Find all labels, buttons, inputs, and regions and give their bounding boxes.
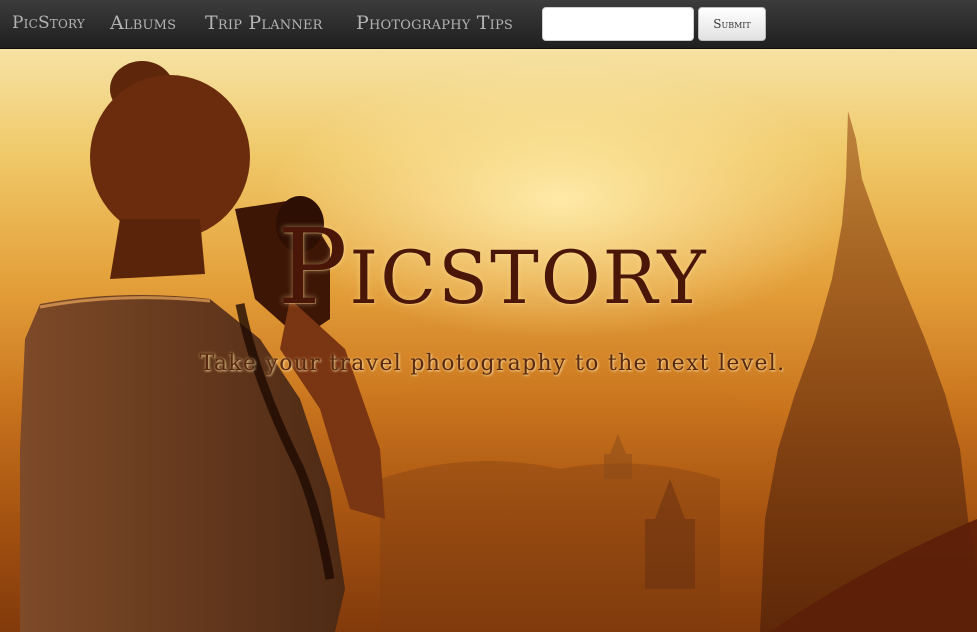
hero-photo — [0, 61, 977, 632]
hero-banner: Picstory Take your travel photography to… — [0, 49, 977, 632]
hero-title: Picstory — [277, 206, 708, 328]
nav-link-trip-planner[interactable]: Trip Planner — [205, 12, 323, 34]
search-input[interactable] — [542, 7, 694, 41]
top-navbar: PicStory Albums Trip Planner Photography… — [0, 0, 977, 49]
nav-brand-link[interactable]: PicStory — [12, 13, 85, 33]
photographer-silhouette — [20, 61, 385, 632]
submit-button[interactable]: Submit — [698, 7, 766, 41]
nav-link-albums[interactable]: Albums — [110, 12, 176, 34]
nav-link-photography-tips[interactable]: Photography Tips — [356, 12, 513, 34]
hero-tagline: Take your travel photography to the next… — [199, 351, 786, 376]
